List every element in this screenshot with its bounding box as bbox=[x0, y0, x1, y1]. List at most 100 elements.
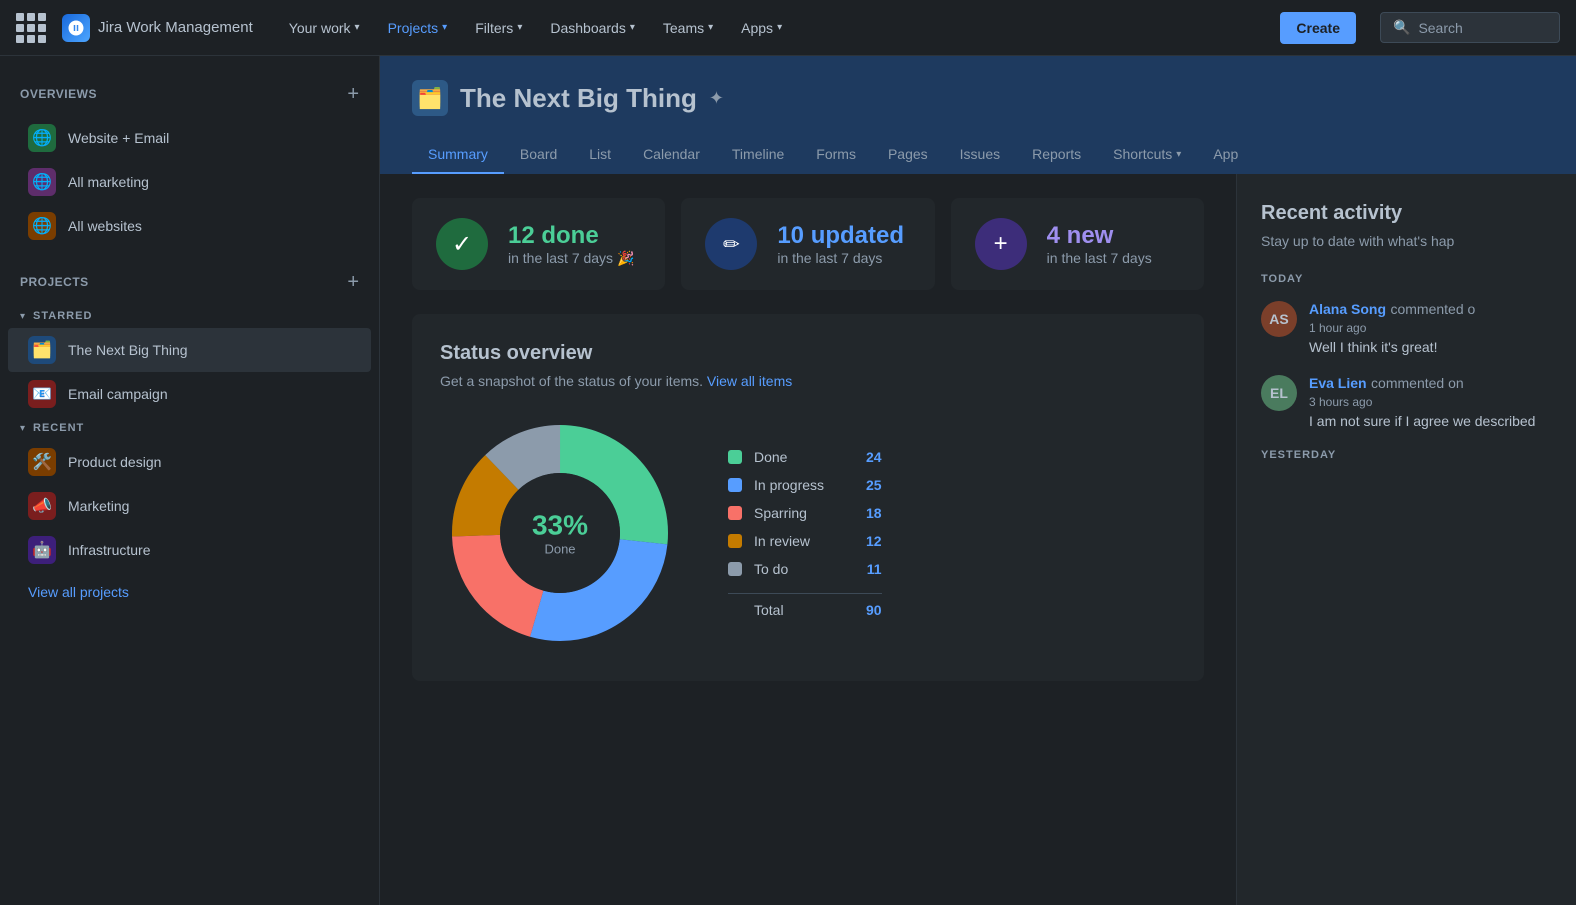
legend-item-inprogress: In progress 25 bbox=[728, 477, 882, 493]
all-websites-icon: 🌐 bbox=[28, 212, 56, 240]
status-overview-subtitle: Get a snapshot of the status of your ite… bbox=[440, 373, 1176, 389]
add-project-button[interactable]: + bbox=[347, 272, 359, 292]
activity-item-alana: AS Alana Song commented o 1 hour ago Wel… bbox=[1261, 301, 1552, 355]
legend-item-todo: To do 11 bbox=[728, 561, 882, 577]
logo[interactable]: Jira Work Management bbox=[62, 14, 253, 42]
legend-label: Done bbox=[754, 449, 854, 465]
today-label: TODAY bbox=[1261, 273, 1552, 285]
tab-app[interactable]: App bbox=[1197, 136, 1254, 174]
chevron-down-icon: ▾ bbox=[517, 22, 522, 33]
content-body: ✓ 12 done in the last 7 days 🎉 ✏ 10 upda… bbox=[380, 174, 1576, 905]
new-icon: + bbox=[975, 218, 1027, 270]
stat-card-updated: ✏ 10 updated in the last 7 days bbox=[681, 198, 934, 290]
updated-icon: ✏ bbox=[705, 218, 757, 270]
tab-board[interactable]: Board bbox=[504, 136, 573, 174]
view-all-items-link[interactable]: View all items bbox=[707, 373, 792, 389]
overviews-section: Overviews + bbox=[0, 76, 379, 112]
nav-apps[interactable]: Apps ▾ bbox=[729, 14, 794, 42]
search-icon: 🔍 bbox=[1393, 19, 1410, 36]
legend-label: To do bbox=[754, 561, 855, 577]
starred-group-header[interactable]: ▾ STARRED bbox=[0, 304, 379, 328]
star-icon[interactable]: ✦ bbox=[709, 88, 724, 109]
activity-action-alana: commented o bbox=[1390, 301, 1475, 317]
sidebar-item-website-email[interactable]: 🌐 Website + Email bbox=[8, 116, 371, 160]
nav-projects[interactable]: Projects ▾ bbox=[376, 14, 460, 42]
sidebar-item-all-websites[interactable]: 🌐 All websites bbox=[8, 204, 371, 248]
sidebar-item-infrastructure[interactable]: 🤖 Infrastructure bbox=[8, 528, 371, 572]
main-layout: Overviews + 🌐 Website + Email 🌐 All mark… bbox=[0, 56, 1576, 905]
tab-forms[interactable]: Forms bbox=[800, 136, 872, 174]
legend-value: 12 bbox=[866, 533, 882, 549]
donut-chart: 33% Done bbox=[440, 413, 680, 653]
view-all-projects-link[interactable]: View all projects bbox=[8, 572, 371, 612]
legend-item-inreview: In review 12 bbox=[728, 533, 882, 549]
recent-group-header[interactable]: ▾ RECENT bbox=[0, 416, 379, 440]
done-icon: ✓ bbox=[436, 218, 488, 270]
chevron-down-icon: ▾ bbox=[630, 22, 635, 33]
logo-text: Jira Work Management bbox=[98, 19, 253, 36]
sidebar-item-all-marketing[interactable]: 🌐 All marketing bbox=[8, 160, 371, 204]
chevron-down-icon: ▾ bbox=[20, 423, 25, 434]
sidebar-item-label: Marketing bbox=[68, 498, 129, 514]
stat-done-value: 12 done bbox=[508, 222, 634, 250]
sidebar-item-product-design[interactable]: 🛠️ Product design bbox=[8, 440, 371, 484]
website-email-icon: 🌐 bbox=[28, 124, 56, 152]
sidebar-item-label: The Next Big Thing bbox=[68, 342, 188, 358]
app-switcher-button[interactable] bbox=[16, 13, 46, 43]
nav-teams[interactable]: Teams ▾ bbox=[651, 14, 725, 42]
legend-label: Sparring bbox=[754, 505, 854, 521]
nav-dashboards[interactable]: Dashboards ▾ bbox=[538, 14, 647, 42]
activity-user-alana[interactable]: Alana Song bbox=[1309, 301, 1386, 317]
legend-color-todo bbox=[728, 562, 742, 576]
status-overview: Status overview Get a snapshot of the st… bbox=[412, 314, 1204, 681]
activity-comment-eva: I am not sure if I agree we described bbox=[1309, 413, 1535, 429]
nav-filters[interactable]: Filters ▾ bbox=[463, 14, 534, 42]
create-button[interactable]: Create bbox=[1280, 12, 1356, 44]
activity-time-eva: 3 hours ago bbox=[1309, 395, 1535, 409]
projects-section: Projects + ▾ STARRED 🗂️ The Next Big Thi… bbox=[0, 264, 379, 572]
legend-item-done: Done 24 bbox=[728, 449, 882, 465]
project-header: 🗂️ The Next Big Thing ✦ Summary Board Li… bbox=[380, 56, 1576, 174]
chevron-down-icon: ▾ bbox=[777, 22, 782, 33]
topnav-nav: Your work ▾ Projects ▾ Filters ▾ Dashboa… bbox=[277, 14, 1273, 42]
tab-list[interactable]: List bbox=[573, 136, 627, 174]
nav-your-work[interactable]: Your work ▾ bbox=[277, 14, 372, 42]
page-title: The Next Big Thing bbox=[460, 83, 697, 114]
stat-card-done: ✓ 12 done in the last 7 days 🎉 bbox=[412, 198, 665, 290]
tab-reports[interactable]: Reports bbox=[1016, 136, 1097, 174]
activity-comment-alana: Well I think it's great! bbox=[1309, 339, 1475, 355]
topnav: Jira Work Management Your work ▾ Project… bbox=[0, 0, 1576, 56]
marketing-icon: 📣 bbox=[28, 492, 56, 520]
tab-shortcuts[interactable]: Shortcuts ▾ bbox=[1097, 136, 1197, 174]
sidebar: Overviews + 🌐 Website + Email 🌐 All mark… bbox=[0, 56, 380, 905]
status-overview-title: Status overview bbox=[440, 342, 1176, 365]
activity-action-eva: commented on bbox=[1371, 375, 1464, 391]
sidebar-item-label: Product design bbox=[68, 454, 161, 470]
recent-activity-panel: Recent activity Stay up to date with wha… bbox=[1236, 174, 1576, 905]
stat-done-info: 12 done in the last 7 days 🎉 bbox=[508, 222, 634, 267]
activity-title: Recent activity bbox=[1261, 202, 1552, 225]
legend-label: In review bbox=[754, 533, 854, 549]
tab-calendar[interactable]: Calendar bbox=[627, 136, 716, 174]
search-bar[interactable]: 🔍 Search bbox=[1380, 12, 1560, 43]
tab-timeline[interactable]: Timeline bbox=[716, 136, 800, 174]
sidebar-item-label: Website + Email bbox=[68, 130, 169, 146]
activity-user-eva[interactable]: Eva Lien bbox=[1309, 375, 1367, 391]
chevron-down-icon: ▾ bbox=[20, 311, 25, 322]
projects-header: Projects + bbox=[0, 264, 379, 300]
sidebar-item-email-campaign[interactable]: 📧 Email campaign bbox=[8, 372, 371, 416]
stat-updated-value: 10 updated bbox=[777, 222, 904, 250]
stat-new-sub: in the last 7 days bbox=[1047, 250, 1152, 266]
add-overview-button[interactable]: + bbox=[347, 84, 359, 104]
legend-value: 24 bbox=[866, 449, 882, 465]
stat-new-value: 4 new bbox=[1047, 222, 1152, 250]
tab-pages[interactable]: Pages bbox=[872, 136, 944, 174]
sidebar-item-next-big-thing[interactable]: 🗂️ The Next Big Thing bbox=[8, 328, 371, 372]
tab-issues[interactable]: Issues bbox=[944, 136, 1016, 174]
legend-color-total bbox=[728, 603, 742, 617]
tab-summary[interactable]: Summary bbox=[412, 136, 504, 174]
activity-subtitle: Stay up to date with what's hap bbox=[1261, 233, 1552, 249]
stat-cards: ✓ 12 done in the last 7 days 🎉 ✏ 10 upda… bbox=[412, 198, 1204, 290]
activity-info-alana: Alana Song commented o 1 hour ago Well I… bbox=[1309, 301, 1475, 355]
sidebar-item-marketing[interactable]: 📣 Marketing bbox=[8, 484, 371, 528]
